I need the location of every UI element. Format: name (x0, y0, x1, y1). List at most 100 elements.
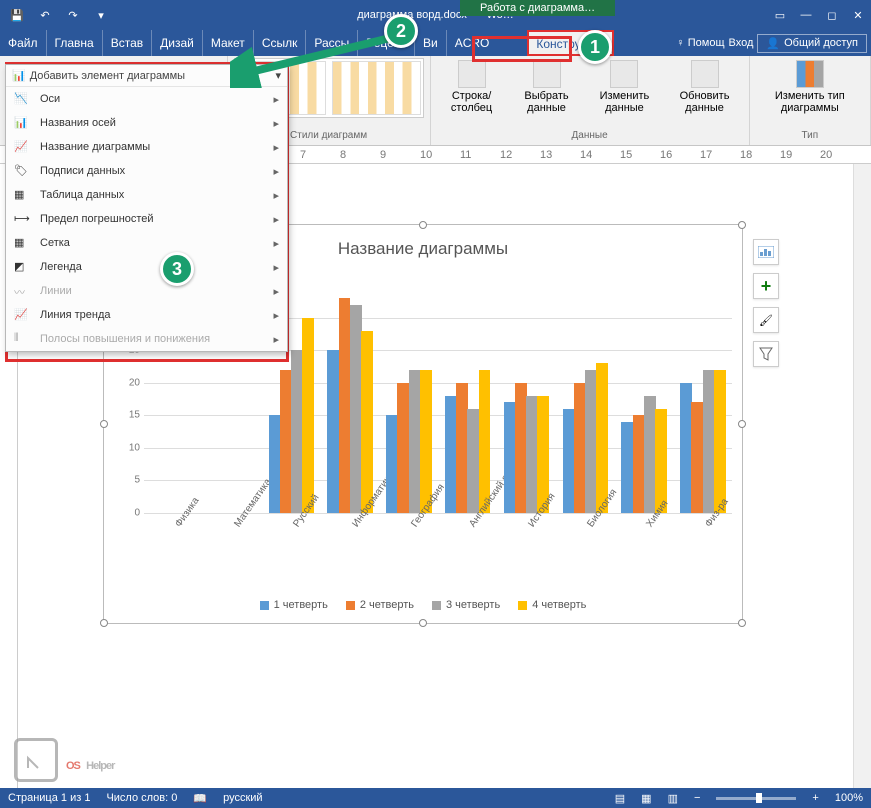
zoom-slider[interactable] (716, 797, 796, 800)
bar[interactable] (633, 415, 645, 513)
view-web-icon[interactable]: ▥ (668, 792, 678, 805)
menu-item-0[interactable]: 📉Оси▸ (6, 87, 287, 111)
status-page[interactable]: Страница 1 из 1 (8, 792, 90, 804)
refresh-data-button[interactable]: Обновить данные (666, 58, 742, 116)
menu-item-6[interactable]: ▦Сетка▸ (6, 231, 287, 255)
legend-item[interactable]: 2 четверть (346, 599, 414, 611)
bar[interactable] (445, 396, 457, 513)
zoom-out-icon[interactable]: − (694, 792, 700, 804)
menu-item-9[interactable]: 📈Линия тренда▸ (6, 303, 287, 327)
menu-item-2[interactable]: 📈 Название диаграммы ▸ (6, 135, 287, 159)
minimize-icon[interactable]: — (793, 2, 819, 28)
bar[interactable] (350, 305, 362, 513)
zoom-level[interactable]: 100% (835, 792, 863, 804)
bar[interactable] (339, 298, 351, 513)
save-icon[interactable]: 💾 (4, 2, 30, 28)
legend-swatch (518, 601, 527, 610)
view-read-icon[interactable]: ▤ (615, 792, 625, 805)
chart-styles-icon[interactable]: 🖌 (753, 307, 779, 333)
chart-filters-icon[interactable] (753, 341, 779, 367)
bar[interactable] (596, 363, 608, 513)
group-data: Строка/ столбец Выбрать данные Изменить … (431, 56, 750, 145)
menu-item-5[interactable]: ⟼Предел погрешностей▸ (6, 207, 287, 231)
signin-link[interactable]: Вход (729, 37, 754, 49)
bar[interactable] (680, 383, 692, 513)
bar[interactable] (361, 331, 373, 513)
bar[interactable] (269, 415, 281, 513)
bar[interactable] (467, 409, 479, 513)
menu-item-1[interactable]: 📊Названия осей▸ (6, 111, 287, 135)
menu-item-label: Легенда (40, 261, 82, 273)
bar[interactable] (456, 383, 468, 513)
tab-insert[interactable]: Встав (102, 30, 151, 56)
bar[interactable] (504, 402, 516, 513)
legend-item[interactable]: 3 четверть (432, 599, 500, 611)
view-print-icon[interactable]: ▦ (641, 792, 651, 805)
maximize-icon[interactable]: ◻ (819, 2, 845, 28)
bar[interactable] (574, 383, 586, 513)
menu-item-label: Название диаграммы (40, 141, 150, 153)
bar[interactable] (515, 383, 527, 513)
bar[interactable] (585, 370, 597, 513)
select-data-button[interactable]: Выбрать данные (511, 58, 583, 116)
menu-item-icon: 📉 (14, 92, 30, 106)
menu-item-icon: 📈 (14, 140, 30, 154)
edit-data-button[interactable]: Изменить данные (586, 58, 662, 116)
tab-file[interactable]: Файл (0, 30, 46, 56)
close-icon[interactable]: ✕ (845, 2, 871, 28)
bar[interactable] (291, 350, 303, 513)
tab-home[interactable]: Главна (46, 30, 102, 56)
bar[interactable] (327, 350, 339, 513)
tab-mailings[interactable]: Рассы (305, 30, 357, 56)
bar[interactable] (397, 383, 409, 513)
add-chart-element-button[interactable]: 📊 Добавить элемент диаграммы▾ (6, 65, 287, 87)
callout-2: 2 (384, 14, 418, 48)
menu-item-7[interactable]: ◩Легенда▸ (6, 255, 287, 279)
bar[interactable] (621, 422, 633, 513)
chart-legend[interactable]: 1 четверть 2 четверть 3 четверть 4 четверть (104, 599, 742, 611)
tab-view[interactable]: Ви (414, 30, 446, 56)
status-proofing-icon[interactable]: 📖 (193, 792, 207, 805)
tab-design[interactable]: Дизай (151, 30, 202, 56)
legend-item[interactable]: 1 четверть (260, 599, 328, 611)
zoom-in-icon[interactable]: + (812, 792, 818, 804)
bar[interactable] (563, 409, 575, 513)
vertical-scrollbar[interactable] (853, 164, 871, 788)
bar[interactable] (644, 396, 656, 513)
group-label-type: Тип (801, 130, 818, 143)
bar[interactable] (691, 402, 703, 513)
callout-3: 3 (160, 252, 194, 286)
bar[interactable] (280, 370, 292, 513)
bar[interactable] (302, 318, 314, 513)
add-chart-element-menu: 📊 Добавить элемент диаграммы▾ 📉Оси▸📊Назв… (5, 64, 288, 352)
tab-references[interactable]: Ссылк (253, 30, 306, 56)
undo-icon[interactable]: ↶ (32, 2, 58, 28)
tab-layout[interactable]: Макет (202, 30, 253, 56)
menu-item-4[interactable]: ▦Таблица данных▸ (6, 183, 287, 207)
share-button[interactable]: 👤 Общий доступ (757, 34, 867, 53)
menu-item-3[interactable]: 🏷Подписи данных▸ (6, 159, 287, 183)
status-words[interactable]: Число слов: 0 (106, 792, 177, 804)
bar[interactable] (386, 415, 398, 513)
legend-item[interactable]: 4 четверть (518, 599, 586, 611)
ribbon-options-icon[interactable]: ▭ (767, 2, 793, 28)
bar[interactable] (714, 370, 726, 513)
menu-item-icon: ▦ (14, 236, 30, 250)
submenu-arrow-icon: ▸ (273, 285, 279, 298)
bar[interactable] (703, 370, 715, 513)
change-chart-type-button[interactable]: Изменить тип диаграммы (756, 58, 864, 116)
bar[interactable] (526, 396, 538, 513)
chart-layout-options-icon[interactable] (753, 239, 779, 265)
switch-rowcol-button[interactable]: Строка/ столбец (437, 58, 507, 116)
qat-customize-icon[interactable]: ▾ (88, 2, 114, 28)
redo-icon[interactable]: ↷ (60, 2, 86, 28)
menu-item-label: Названия осей (40, 117, 116, 129)
bar[interactable] (409, 370, 421, 513)
submenu-arrow-icon: ▸ (273, 141, 279, 154)
chart-elements-icon[interactable]: + (753, 273, 779, 299)
menu-item-icon: 〰 (14, 284, 30, 298)
tab-acrobat[interactable]: ACRO (446, 30, 498, 56)
submenu-arrow-icon: ▸ (273, 189, 279, 202)
tell-me[interactable]: ♀ Помощ (676, 37, 724, 49)
status-language[interactable]: русский (223, 792, 262, 804)
